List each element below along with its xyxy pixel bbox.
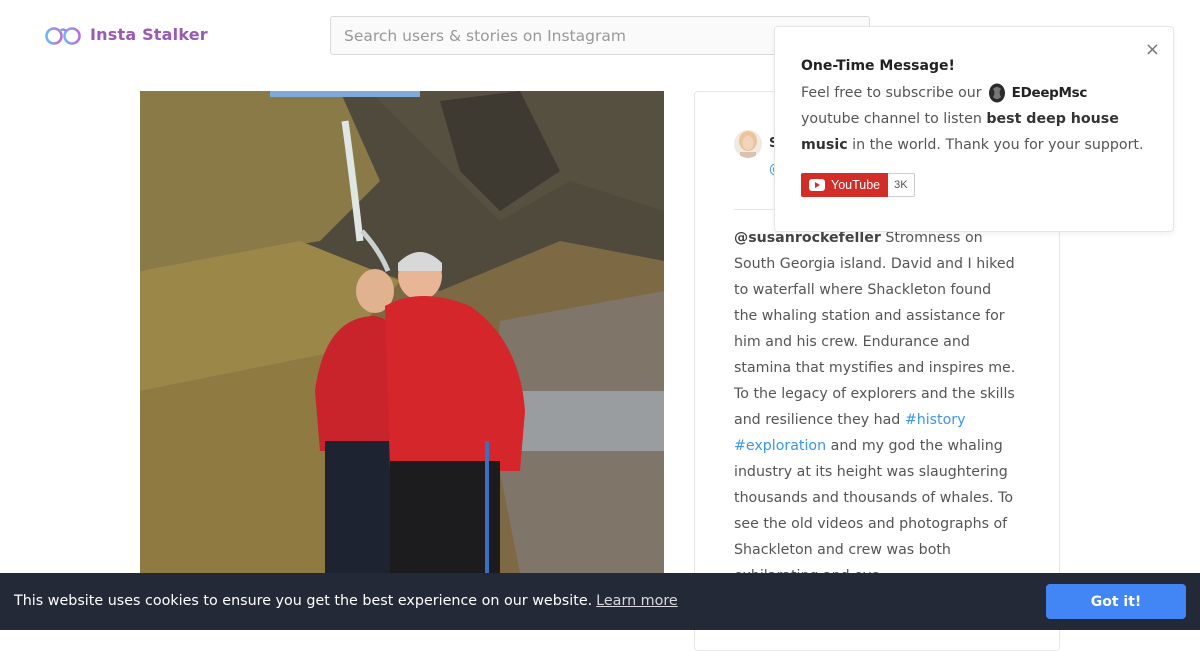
post-photo-image	[140, 91, 664, 573]
avatar[interactable]	[734, 130, 762, 158]
one-time-message-popup: × One-Time Message! Feel free to subscri…	[774, 26, 1174, 232]
cookie-banner: This website uses cookies to ensure you …	[0, 573, 1200, 630]
accept-cookies-button[interactable]: Got it!	[1046, 584, 1186, 619]
subscriber-count: 3K	[888, 173, 915, 197]
caption-mention[interactable]: @susanrockefeller	[734, 230, 881, 246]
learn-more-link[interactable]: Learn more	[596, 593, 678, 609]
caption-text-continued: and my god the whaling industry at its h…	[734, 438, 1014, 584]
caption-text: Stromness on South Georgia island. David…	[734, 230, 1016, 428]
post-photo[interactable]	[140, 91, 664, 573]
popup-body-text-3: in the world. Thank you for your support…	[852, 137, 1144, 153]
site-logo[interactable]: Insta Stalker	[44, 22, 208, 46]
popup-body-text-2: youtube channel to listen	[801, 111, 982, 127]
popup-body: Feel free to subscribe our EDeepMsc youtub…	[801, 80, 1151, 158]
post-caption: @susanrockefeller Stromness on South Geo…	[734, 225, 1018, 589]
glasses-logo-icon	[45, 27, 81, 45]
avatar-image	[734, 130, 762, 158]
popup-body-text: Feel free to subscribe our	[801, 85, 982, 101]
channel-brand[interactable]: EDeepMsc	[988, 80, 1087, 106]
youtube-label: YouTube	[831, 178, 881, 192]
cookie-message-row: This website uses cookies to ensure you …	[14, 593, 678, 609]
close-icon[interactable]: ×	[1145, 41, 1160, 59]
hashtag-history[interactable]: #history	[905, 412, 966, 428]
youtube-play-icon	[809, 179, 825, 191]
hashtag-exploration[interactable]: #exploration	[734, 438, 826, 454]
logo-text: Insta Stalker	[90, 24, 208, 44]
cookie-message: This website uses cookies to ensure you …	[14, 593, 593, 609]
youtube-subscribe[interactable]: YouTube 3K	[801, 173, 915, 197]
channel-logo-icon	[988, 83, 1005, 103]
youtube-button[interactable]: YouTube	[801, 173, 889, 197]
channel-brand-name: EDeepMsc	[1011, 85, 1088, 101]
popup-title: One-Time Message!	[801, 58, 955, 74]
